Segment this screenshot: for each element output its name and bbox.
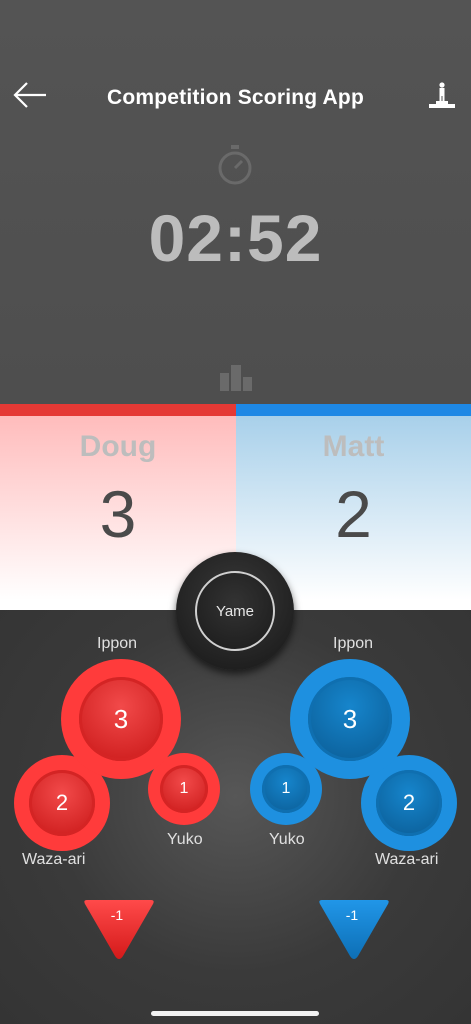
red-color-bar [0, 404, 236, 416]
red-wazaari-value: 2 [29, 770, 95, 836]
red-yuko-value: 1 [160, 765, 208, 813]
blue-player-score: 2 [335, 477, 372, 551]
timer-area: Competition Scoring App 02:52 [0, 0, 471, 404]
home-indicator[interactable] [151, 1011, 319, 1016]
blue-player-name: Matt [322, 430, 385, 463]
blue-color-bar [236, 404, 471, 416]
blue-ippon-label: Ippon [333, 635, 374, 652]
podium-icon[interactable] [427, 80, 457, 110]
yame-button[interactable]: Yame [176, 552, 294, 670]
ranking-icon[interactable] [219, 363, 253, 391]
blue-penalty-label: -1 [345, 907, 359, 923]
red-penalty-label: -1 [110, 907, 124, 923]
red-ippon-button[interactable]: 3 [61, 659, 181, 779]
blue-ippon-button[interactable]: 3 [290, 659, 410, 779]
red-yuko-label: Yuko [167, 831, 203, 848]
blue-yuko-value: 1 [262, 765, 310, 813]
match-timer[interactable]: 02:52 [0, 200, 471, 276]
stopwatch-icon[interactable] [216, 143, 254, 187]
blue-penalty-button[interactable] [316, 896, 392, 962]
red-ippon-label: Ippon [97, 635, 138, 652]
blue-yuko-label: Yuko [269, 831, 305, 848]
red-penalty-button[interactable] [81, 896, 157, 962]
red-player-score: 3 [99, 477, 137, 551]
yame-label: Yame [195, 571, 275, 651]
red-ippon-value: 3 [79, 677, 163, 761]
red-wazaari-label: Waza-ari [22, 851, 86, 868]
page-title: Competition Scoring App [107, 86, 364, 109]
blue-wazaari-value: 2 [376, 770, 442, 836]
red-player-name: Doug [79, 430, 157, 463]
blue-wazaari-label: Waza-ari [375, 851, 439, 868]
blue-ippon-value: 3 [308, 677, 392, 761]
